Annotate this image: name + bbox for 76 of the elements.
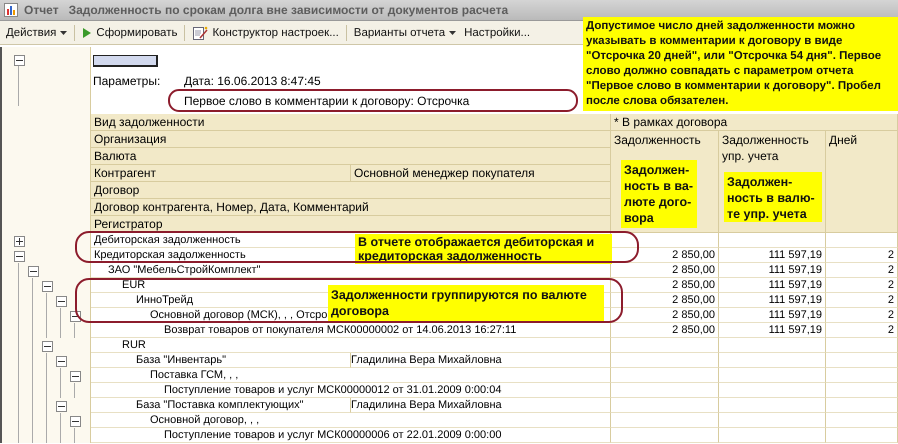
table-cell: 2 [826,323,898,338]
table-cell: 2 850,00 [611,278,719,293]
table-cell [826,338,898,353]
callout-note: Задолжен-ность в ва-люте дого-вора [621,160,697,228]
table-cell: Поступление товаров и услуг МСК00000006 от 22.01.2009 0:00:00 [91,428,611,443]
table-cell: 2 850,00 [611,308,719,323]
tree-toggle-icon[interactable] [56,401,67,412]
table-cell: 2 [826,248,898,263]
table-cell [826,353,898,368]
table-cell: 2 [826,263,898,278]
table-cell: Основной договор, , , [91,413,611,428]
table-cell [826,398,898,413]
table-cell: Гладилина Вера Михайловна [351,353,611,368]
tree-toggle-icon[interactable] [42,341,53,352]
parameter-text: Дата: 16.06.2013 8:47:45 [184,74,322,88]
table-cell: 2 [826,308,898,323]
table-cell: 111 597,19 [719,293,826,308]
table-cell: 111 597,19 [719,263,826,278]
tree-toggle-icon[interactable] [28,266,39,277]
column-group-header: * В рамках договора [611,114,898,131]
column-header: Дней [826,131,898,233]
table-cell: 2 850,00 [611,293,719,308]
caret-icon [449,30,456,34]
settings-wizard-button[interactable]: Конструктор настроек... [188,22,343,42]
column-header: Договор [91,182,611,199]
table-cell: 2 850,00 [611,263,719,278]
wand-document-icon [192,24,208,40]
table-cell: Поступление товаров и услуг МСК00000012 от 31.01.2009 0:00:04 [91,383,611,398]
tree-toggle-icon[interactable] [14,236,25,247]
tree-toggle-icon[interactable] [14,55,25,66]
table-cell: 111 597,19 [719,308,826,323]
table-cell: База "Поставка комплектующих" [91,398,351,413]
report-chart-icon [4,3,18,17]
window-title-prefix: Отчет [24,3,59,17]
table-cell: База "Инвентарь" [91,353,351,368]
table-cell: Гладилина Вера Михайловна [351,398,611,413]
parameters-label: Параметры: [93,74,162,90]
caret-icon [60,30,68,34]
column-header: Основной менеджер покупателя [351,165,611,182]
play-icon [82,26,92,38]
table-cell: 111 597,19 [719,248,826,263]
tree-toggle-icon[interactable] [70,371,81,382]
callout-note: Задолженности группируются по валюте договора [328,285,604,321]
menu-button[interactable]: Варианты отчета [350,24,460,40]
table-cell [826,233,898,248]
tree-toggle-icon[interactable] [42,281,53,292]
table-cell: 2 850,00 [611,323,719,338]
generate-button[interactable]: Сформировать [78,24,182,40]
parameter-text: Первое слово в комментарии к договору: Отсрочка [184,94,470,108]
callout-note: Задолжен-ность в валю-те упр. учета [724,172,822,222]
tree-toggle-icon[interactable] [56,296,67,307]
table-cell [826,383,898,398]
table-cell [826,368,898,383]
table-cell: RUR [91,338,611,353]
table-cell: 111 597,19 [719,278,826,293]
tree-toggle-icon[interactable] [56,356,67,367]
tree-toggle-icon[interactable] [70,416,81,427]
table-cell: 2 [826,278,898,293]
table-cell: 2 [826,293,898,308]
column-header: Контрагент [91,165,351,182]
table-cell: Поставка ГСМ, , , [91,368,611,383]
callout-note: Допустимое число дней задолженности можно указывать в комментарии к договору в виде "Отсрочка 20 дней", или "Отсрочка 54 дня". Первое слово должно совпадать с параметром отчета "Первое слово в комментарии к договору". Пробел после слова обязателен. [583,17,898,111]
column-header: Вид задолженности [91,114,611,131]
table-cell: Возврат товаров от покупателя МСК00000002 от 14.06.2013 16:27:11 [91,323,611,338]
report-title-field [93,55,158,67]
callout-note: В отчете отображается дебиторская и кредиторская задолженность [355,234,612,264]
tree-toggle-icon[interactable] [14,251,25,262]
column-header: Договор контрагента, Номер, Дата, Комментарий [91,199,611,216]
window-title: Задолженность по срокам долга вне зависимости от документов расчета [68,3,508,17]
settings-button[interactable]: Настройки... [460,24,534,40]
column-header: Валюта [91,148,611,165]
table-cell [826,428,898,443]
table-cell: 111 597,19 [719,323,826,338]
column-header: Организация [91,131,611,148]
table-cell [826,413,898,428]
menu-button[interactable]: Действия [2,24,72,40]
